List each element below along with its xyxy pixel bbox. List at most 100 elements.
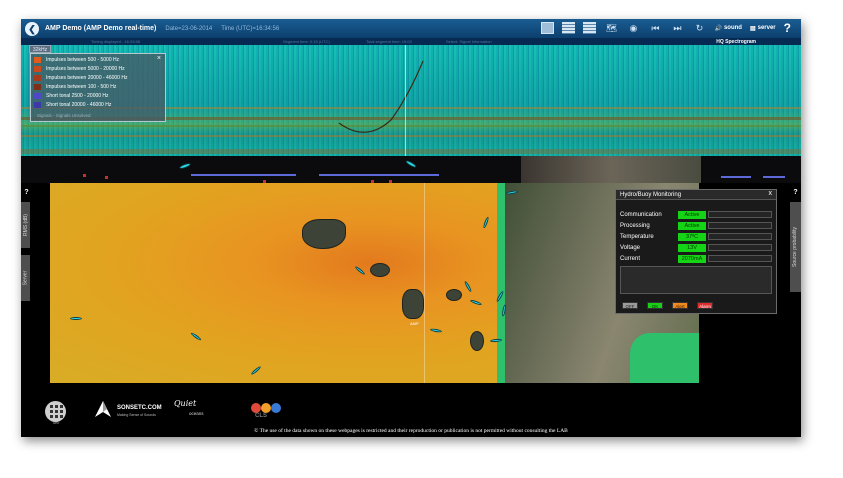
island xyxy=(402,289,424,319)
legend-footer[interactable]: Signals - Signals Unsolved xyxy=(37,113,91,118)
sound-button[interactable]: 🔊 sound xyxy=(714,25,741,32)
total-segment-time: Total segment time: 15:00 xyxy=(366,39,412,44)
server-label: server xyxy=(757,25,776,31)
hydro-log-area[interactable] xyxy=(620,266,772,294)
legend-label: Short tonal 2500 - 20000 Hz xyxy=(46,93,109,99)
legend-swatch xyxy=(34,66,41,72)
detection-timeline[interactable] xyxy=(21,156,801,183)
upc-logo[interactable] xyxy=(45,401,66,422)
vessel-icon[interactable] xyxy=(404,159,418,169)
select-signal-info[interactable]: Select: Signal Information xyxy=(446,39,492,44)
footer: UPC SONSETC.COM Making Sense of Sounds Q… xyxy=(21,383,801,437)
legend-item: Impulses between 500 - 5000 Hz xyxy=(34,56,119,64)
rms-tab-label: RMS (dB) xyxy=(22,214,29,236)
vessel-icon[interactable] xyxy=(482,216,490,229)
time-display: Time (UTC)=16:34:56 xyxy=(221,25,280,32)
refresh-icon[interactable]: ↻ xyxy=(692,21,706,35)
status-value: 2070mA xyxy=(678,254,706,263)
status-label: Current xyxy=(620,255,641,262)
tonal-detection-bar xyxy=(721,176,751,178)
impulse-marker xyxy=(105,176,108,179)
segment-time: Segment time: 0:15 (UTC) xyxy=(283,39,330,44)
upc-logo-text: UPC xyxy=(53,421,60,425)
impulse-marker xyxy=(83,174,86,177)
frequency-tab[interactable]: 32kHz xyxy=(29,45,51,53)
vessel-icon[interactable] xyxy=(463,280,473,293)
spectrogram-band xyxy=(21,149,801,154)
ok-status-button[interactable]: OK xyxy=(647,302,663,309)
spectrogram-sweep xyxy=(338,60,424,133)
vessel-icon[interactable] xyxy=(354,265,366,276)
status-value: Active xyxy=(678,221,706,230)
island xyxy=(446,289,462,301)
rms-tab[interactable]: RMS (dB) xyxy=(21,202,30,248)
legend-item: Impulses between 100 - 500 Hz xyxy=(34,83,116,91)
left-help-icon[interactable]: ? xyxy=(22,188,31,197)
server-button[interactable]: ▤ server xyxy=(750,25,776,32)
off-status-button[interactable]: OFF xyxy=(622,302,638,309)
world-map-icon[interactable]: 🗺 xyxy=(604,21,618,35)
legend-label: Impulses between 100 - 500 Hz xyxy=(46,84,117,90)
legend-item: Short tonal 2500 - 20000 Hz xyxy=(34,92,109,100)
toolbar-icons: 🗺 ◉ ⏮ ⏭ ↻ 🔊 sound ▤ server ? xyxy=(541,21,791,35)
panel-view-icon[interactable] xyxy=(562,22,576,34)
tonal-detection-bar xyxy=(319,174,439,176)
map-cursor xyxy=(424,183,425,383)
signal-legend: × Impulses between 500 - 5000 Hz Impulse… xyxy=(30,53,166,122)
rewind-icon[interactable]: ⏮ xyxy=(648,21,662,35)
source-probability-tab[interactable]: Source probability xyxy=(790,202,801,292)
vessel-icon[interactable] xyxy=(70,317,82,320)
right-help-icon[interactable]: ? xyxy=(791,188,800,197)
status-detail xyxy=(708,244,772,251)
legend-label: Impulses between 20000 - 46000 Hz xyxy=(46,75,128,81)
quiet-oceans-logo[interactable]: Quiet xyxy=(174,399,220,421)
spectrogram-timing: Timing displayed - 16:33:58 xyxy=(91,39,140,44)
spectrogram-cursor[interactable] xyxy=(405,45,406,156)
status-value: Active xyxy=(678,210,706,219)
vessel-icon[interactable] xyxy=(190,331,202,342)
status-label: Temperature xyxy=(620,233,654,240)
legend-label: Impulses between 5000 - 20000 Hz xyxy=(46,66,125,72)
status-row-communication: Communication Active xyxy=(620,210,776,219)
tonal-detection-bar xyxy=(763,176,785,178)
legend-item: Impulses between 5000 - 20000 Hz xyxy=(34,65,125,73)
legend-swatch xyxy=(34,93,41,99)
server-icon: ▤ xyxy=(749,25,756,32)
sonsetc-logo-icon[interactable] xyxy=(93,399,113,419)
shallow-water xyxy=(497,183,505,383)
cls-logo-text: CLS xyxy=(255,413,267,419)
server-tab[interactable]: Server xyxy=(21,255,30,301)
source-probability-label: Source probability xyxy=(792,226,799,268)
vessel-icon[interactable] xyxy=(250,365,262,376)
sonsetc-logo-name: SONSETC.COM xyxy=(117,405,162,411)
tonal-detection-bar xyxy=(191,174,296,176)
forward-icon[interactable]: ⏭ xyxy=(670,21,684,35)
globe-icon[interactable]: ◉ xyxy=(626,21,640,35)
status-row-current: Current 2070mA xyxy=(620,254,776,263)
spectrogram-view-icon[interactable] xyxy=(541,22,555,34)
legend-label: Impulses between 500 - 5000 Hz xyxy=(46,57,120,63)
back-arrow-icon[interactable]: ❮ xyxy=(25,21,39,36)
alert-status-button[interactable]: Alert xyxy=(672,302,688,309)
hydro-panel-title: Hydro/Buoy Monitoring xyxy=(616,190,776,200)
legend-swatch xyxy=(34,75,41,81)
legend-close-button[interactable]: × xyxy=(157,55,161,62)
spectrogram-header: Timing displayed - 16:33:58 Segment time… xyxy=(21,38,801,45)
status-value: 37ºC xyxy=(678,232,706,241)
alarm-status-button[interactable]: Alarm xyxy=(697,302,713,309)
table-view-icon[interactable] xyxy=(583,22,597,34)
vessel-icon[interactable] xyxy=(429,327,443,334)
help-button[interactable]: ? xyxy=(784,21,791,35)
shallow-water xyxy=(630,333,699,383)
noise-map[interactable]: AMP xyxy=(50,183,699,383)
status-row-processing: Processing Active xyxy=(620,221,776,230)
status-row-temperature: Temperature 37ºC xyxy=(620,232,776,241)
vessel-icon[interactable] xyxy=(469,299,483,306)
hydro-close-button[interactable]: x xyxy=(769,190,773,197)
data-usage-disclaimer: © The use of the data shown on these web… xyxy=(254,428,568,434)
island xyxy=(302,219,346,249)
legend-swatch xyxy=(34,57,41,63)
vessel-icon[interactable] xyxy=(178,162,192,170)
island xyxy=(470,331,484,351)
status-value: 13V xyxy=(678,243,706,252)
